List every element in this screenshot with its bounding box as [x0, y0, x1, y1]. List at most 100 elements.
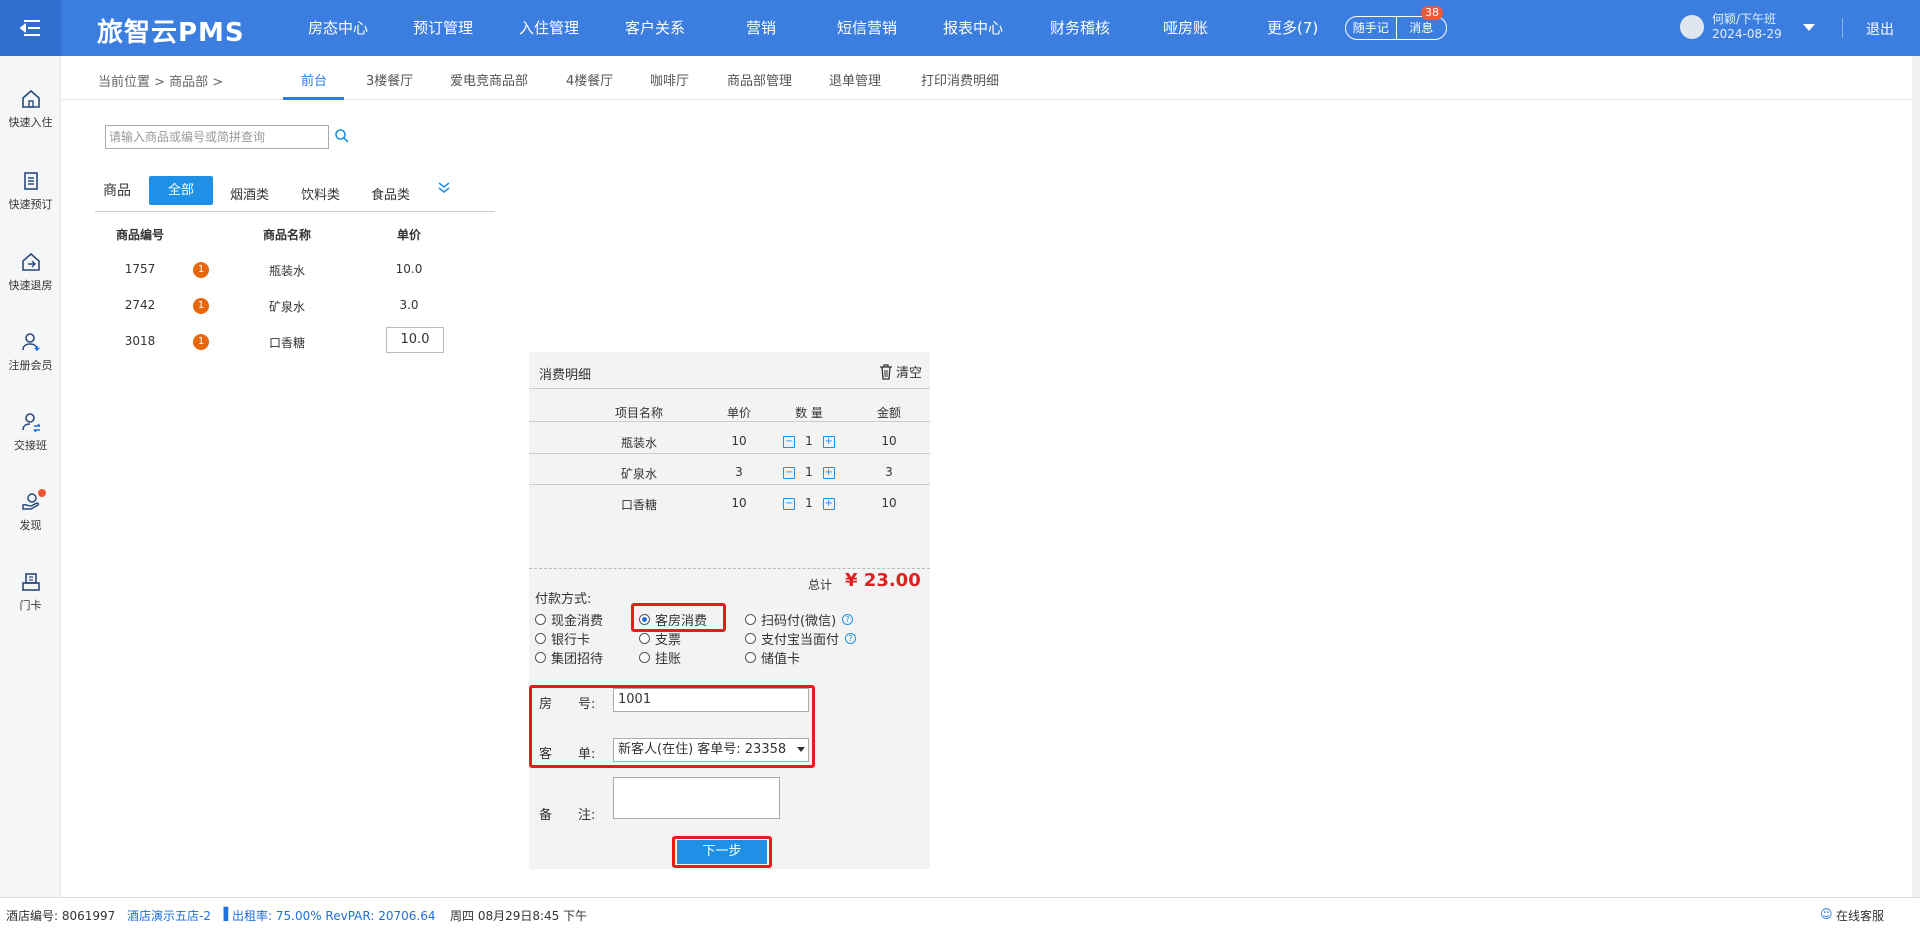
room-number-input[interactable]: 1001 — [613, 688, 809, 712]
checkout-icon — [21, 252, 40, 271]
sidebar-item-quick-booking[interactable]: 快速预订 — [0, 170, 61, 212]
nav-marketing[interactable]: 营销 — [746, 0, 776, 56]
detail-item-price: 3 — [735, 465, 743, 479]
sidebar-item-discover[interactable]: 发现 — [0, 489, 61, 533]
sidebar-item-quick-checkin[interactable]: 快速入住 — [0, 88, 61, 130]
pay-alipay-radio[interactable]: 支付宝当面付? — [745, 629, 857, 648]
sidebar-item-quick-checkout[interactable]: 快速退房 — [0, 251, 61, 293]
tab-print-details[interactable]: 打印消费明细 — [921, 70, 999, 89]
nav-sms[interactable]: 短信营销 — [837, 0, 897, 56]
help-icon[interactable]: ? — [845, 633, 857, 644]
home-icon — [21, 89, 40, 108]
clear-button[interactable]: 清空 — [879, 362, 922, 381]
pay-stored-value-radio[interactable]: 储值卡 — [745, 648, 800, 667]
sidebar: 快速入住 快速预订 快速退房 注册会员 交接班 发现 门卡 — [0, 56, 61, 897]
pay-group-radio[interactable]: 集团招待 — [535, 648, 603, 667]
sidebar-item-register-member[interactable]: 注册会员 — [0, 331, 61, 373]
nav-more[interactable]: 更多(7) — [1267, 0, 1318, 56]
minus-button[interactable]: − — [783, 466, 796, 479]
consumption-detail-panel: 消费明细 清空 项目名称 单价 数 量 金额 瓶装水 10 − 1 + 10 矿… — [529, 352, 930, 869]
online-service-button[interactable]: 在线客服 — [1836, 907, 1884, 924]
tab-3f-restaurant[interactable]: 3楼餐厅 — [366, 70, 413, 89]
detail-header-amount: 金额 — [876, 406, 901, 420]
minus-button[interactable]: − — [783, 497, 796, 510]
category-bar: 商品 全部 烟酒类 饮料类 食品类 — [95, 176, 495, 212]
nav-room-status[interactable]: 房态中心 — [308, 0, 368, 56]
pay-credit-radio[interactable]: 挂账 — [639, 648, 681, 667]
category-all[interactable]: 全部 — [149, 176, 213, 205]
category-tobacco-liquor[interactable]: 烟酒类 — [230, 184, 269, 203]
breadcrumb-bar: 当前位置 > 商品部 > 前台 3楼餐厅 爱电竞商品部 4楼餐厅 咖啡厅 商品部… — [61, 56, 1920, 100]
divider — [529, 388, 930, 389]
messages-button[interactable]: 消息 — [1397, 17, 1447, 39]
document-icon — [23, 172, 38, 190]
menu-toggle-icon[interactable] — [0, 0, 61, 56]
plus-button[interactable]: + — [822, 435, 835, 448]
tab-4f-restaurant[interactable]: 4楼餐厅 — [566, 70, 613, 89]
detail-item-name: 矿泉水 — [620, 467, 657, 481]
category-label: 商品 — [103, 183, 131, 199]
plus-button[interactable]: + — [822, 497, 835, 510]
avatar — [1680, 15, 1704, 39]
goods-code: 1757 — [124, 262, 156, 276]
sidebar-item-label: 注册会员 — [8, 359, 53, 372]
goods-code: 2742 — [124, 298, 156, 312]
header-divider — [1842, 18, 1843, 38]
nav-dummy-room[interactable]: 哑房账 — [1163, 0, 1208, 56]
minus-button[interactable]: − — [783, 435, 796, 448]
pay-wechat-radio[interactable]: 扫码付(微信)? — [745, 610, 854, 629]
help-icon[interactable]: ? — [842, 614, 854, 625]
search-icon[interactable] — [334, 128, 350, 144]
sidebar-item-room-card[interactable]: 门卡 — [0, 571, 61, 613]
goods-code: 3018 — [124, 334, 156, 348]
nav-finance[interactable]: 财务稽核 — [1050, 0, 1110, 56]
sidebar-item-shift-handover[interactable]: 交接班 — [0, 411, 61, 453]
nav-booking[interactable]: 预订管理 — [413, 0, 473, 56]
quantity-value: 1 — [805, 434, 813, 448]
nav-checkin[interactable]: 入住管理 — [519, 0, 579, 56]
message-count-badge: 38 — [1421, 6, 1443, 20]
remark-label: 备 注: — [539, 808, 596, 823]
category-food[interactable]: 食品类 — [371, 184, 410, 203]
tab-refund-management[interactable]: 退单管理 — [829, 70, 881, 89]
stock-badge: 1 — [193, 298, 209, 314]
expand-categories-icon[interactable] — [437, 180, 451, 194]
search-input[interactable] — [105, 125, 329, 149]
category-drinks[interactable]: 饮料类 — [301, 184, 340, 203]
highlight-box — [631, 603, 726, 632]
pay-bankcard-radio[interactable]: 银行卡 — [535, 629, 590, 648]
logout-button[interactable]: 退出 — [1866, 19, 1894, 39]
active-tab-indicator — [283, 97, 344, 100]
detail-item-price: 10 — [731, 434, 747, 448]
tab-front-desk[interactable]: 前台 — [301, 70, 327, 89]
user-menu[interactable]: 何颖/下午班 2024-08-29 — [1680, 12, 1782, 42]
pay-cash-radio[interactable]: 现金消费 — [535, 610, 603, 629]
notes-button[interactable]: 随手记 — [1346, 17, 1396, 39]
plus-button[interactable]: + — [822, 466, 835, 479]
scrollbar[interactable] — [1912, 56, 1920, 897]
tab-esports-shop[interactable]: 爱电竞商品部 — [450, 70, 528, 89]
nav-crm[interactable]: 客户关系 — [625, 0, 685, 56]
stock-badge: 1 — [193, 262, 209, 278]
divider — [529, 568, 930, 569]
guest-order-select[interactable]: 新客人(在住) 客单号: 23358 — [613, 738, 809, 762]
detail-header-name: 项目名称 — [614, 406, 663, 420]
total-amount: ¥ 23.00 — [845, 570, 921, 591]
header-price: 单价 — [396, 228, 421, 242]
quantity-stepper: − 1 + — [777, 465, 841, 479]
nav-reports[interactable]: 报表中心 — [943, 0, 1003, 56]
sidebar-item-label: 快速入住 — [8, 116, 53, 129]
remark-textarea[interactable] — [613, 777, 780, 819]
trash-icon — [880, 363, 892, 380]
status-bar: 酒店编号: 8061997 酒店演示五店-2 ▐ 出租率: 75.00% Rev… — [0, 897, 1920, 929]
hotel-name-link[interactable]: 酒店演示五店-2 — [127, 907, 211, 924]
sidebar-item-label: 交接班 — [14, 439, 47, 452]
chevron-down-icon[interactable] — [1803, 24, 1815, 31]
next-step-button[interactable]: 下一步 — [677, 840, 767, 864]
tab-cafe[interactable]: 咖啡厅 — [650, 70, 689, 89]
app-brand: 旅智云PMS — [97, 18, 245, 48]
price-edit-input[interactable]: 10.0 — [386, 327, 444, 353]
quantity-value: 1 — [805, 465, 813, 479]
tab-shop-management[interactable]: 商品部管理 — [727, 70, 792, 89]
divider — [529, 421, 930, 422]
